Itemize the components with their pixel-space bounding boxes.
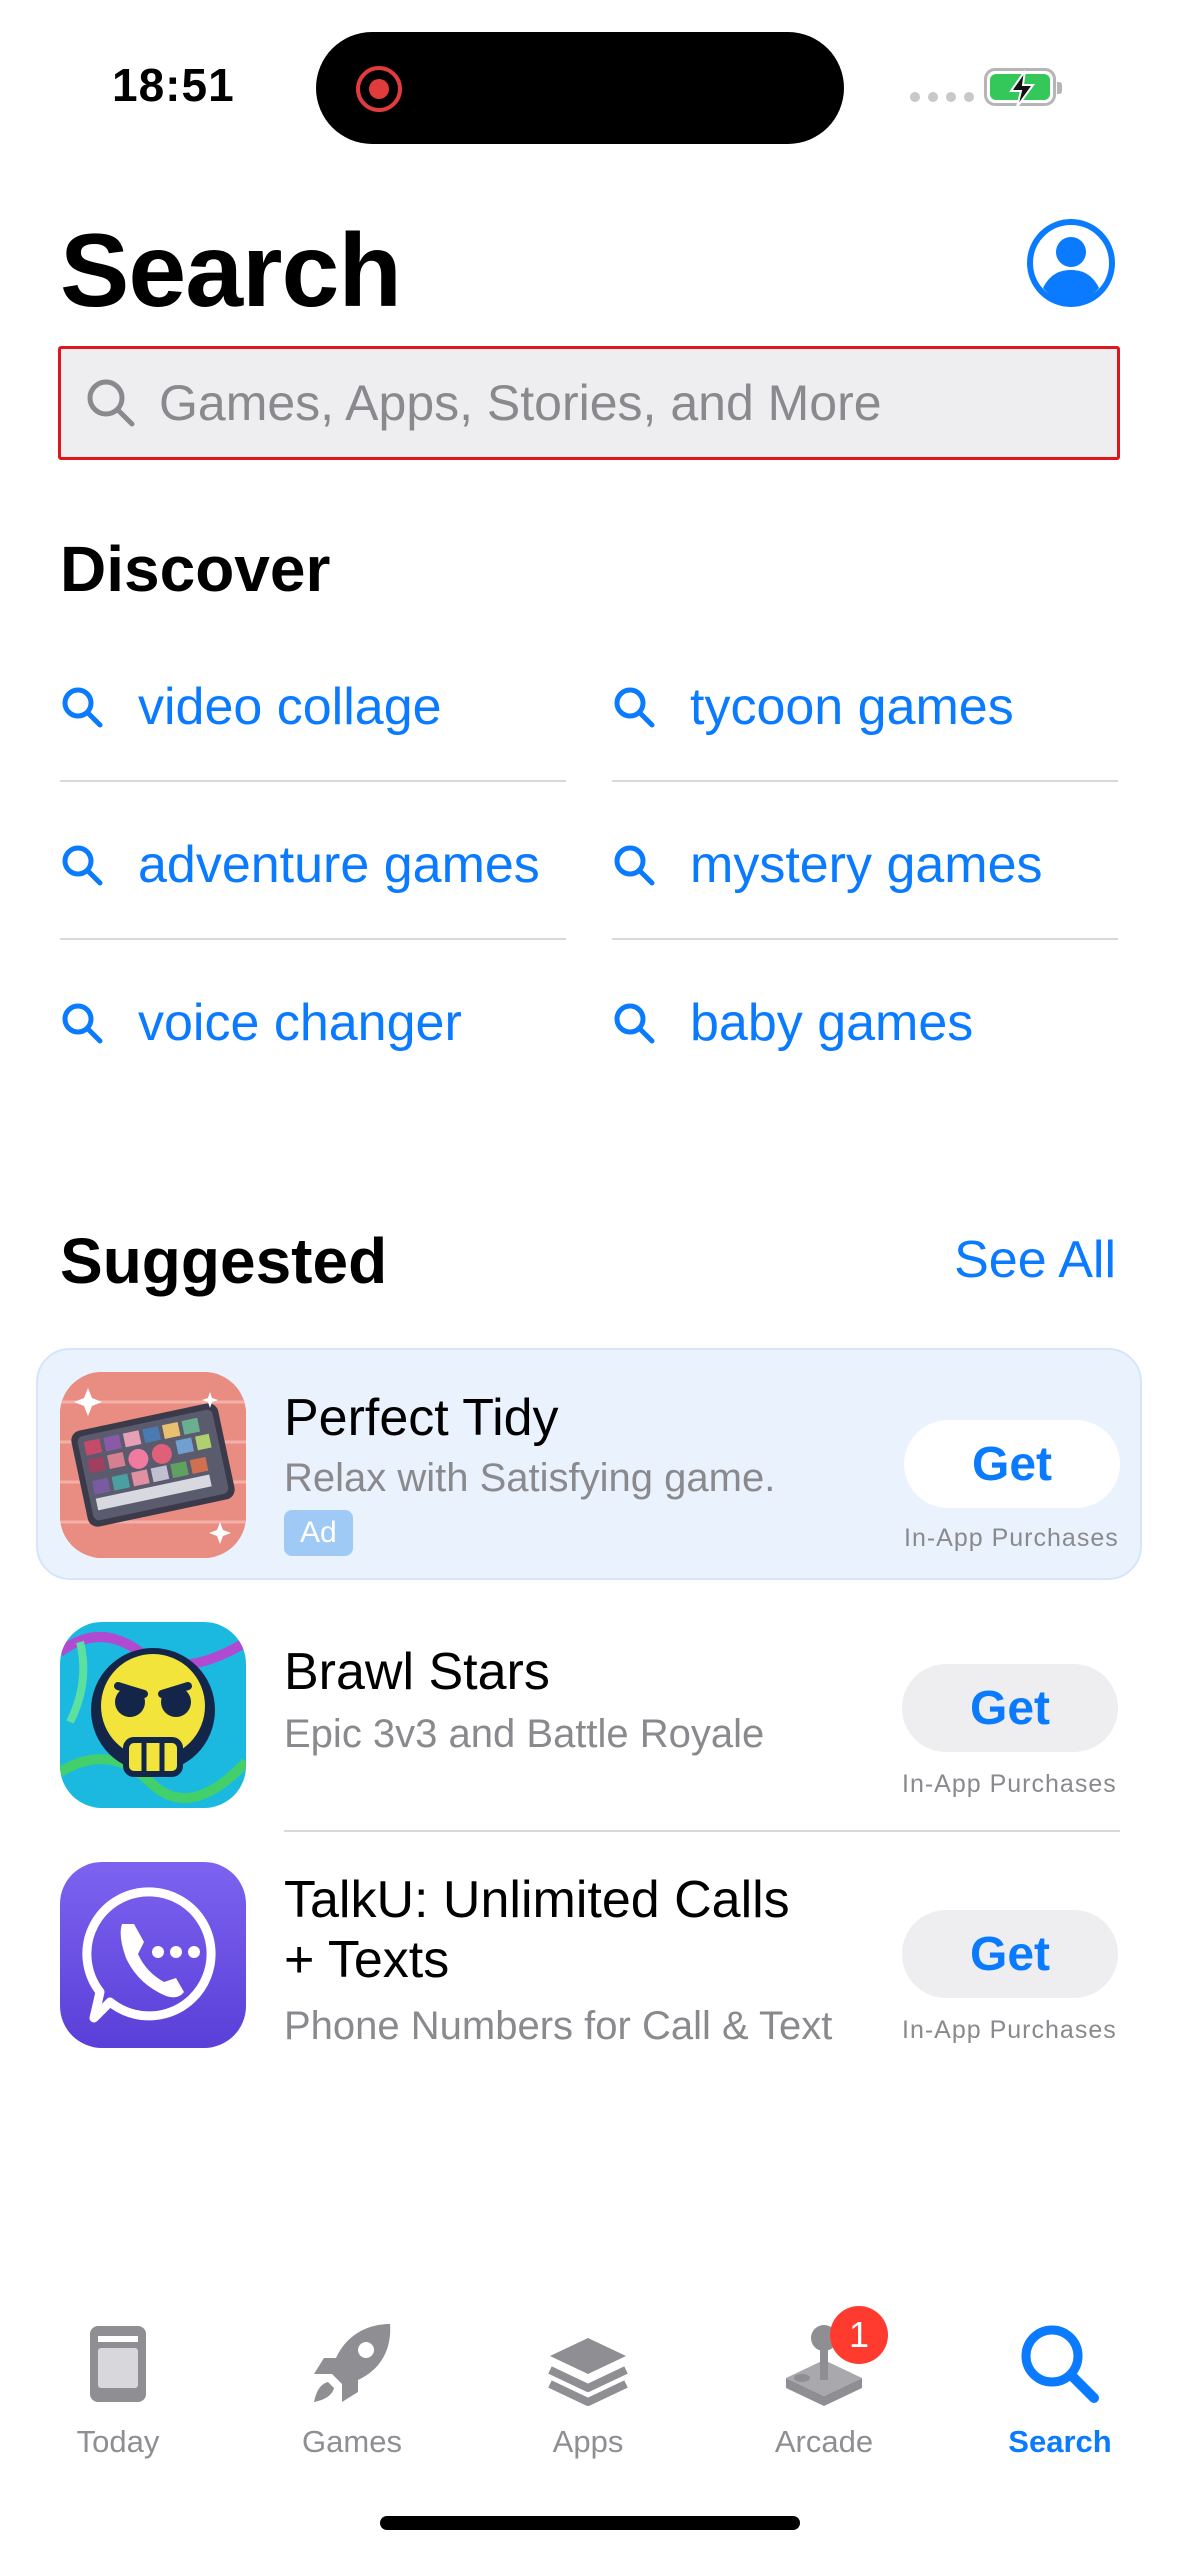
tab-apps[interactable]: Apps	[498, 2318, 678, 2468]
app-row-ad[interactable]: Perfect Tidy Relax with Satisfying game.…	[36, 1348, 1142, 1580]
discover-item-label: tycoon games	[690, 678, 1014, 736]
tab-label: Search	[1008, 2424, 1112, 2459]
battery-charging-icon	[984, 68, 1062, 108]
search-icon	[614, 687, 655, 728]
tab-label: Apps	[552, 2424, 624, 2459]
app-row[interactable]: TalkU: Unlimited Calls + Texts Phone Num…	[36, 1844, 1142, 2074]
tab-label: Arcade	[774, 2424, 874, 2459]
notification-badge: 1	[830, 2306, 888, 2364]
today-icon	[72, 2318, 164, 2410]
search-icon	[87, 379, 135, 427]
tab-games[interactable]: Games	[262, 2318, 442, 2468]
get-button[interactable]: Get	[904, 1420, 1120, 1508]
tab-search[interactable]: Search	[970, 2318, 1150, 2468]
discover-item[interactable]: voice changer	[60, 944, 566, 1102]
page-title: Search	[60, 213, 402, 329]
rocket-icon	[306, 2318, 398, 2410]
screen-recording-icon	[356, 66, 402, 112]
divider	[612, 938, 1118, 940]
person-circle-icon	[1027, 219, 1115, 307]
get-button[interactable]: Get	[902, 1664, 1118, 1752]
discover-title: Discover	[60, 533, 331, 605]
search-icon	[62, 845, 103, 886]
tab-arcade[interactable]: 1 Arcade	[734, 2306, 914, 2468]
discover-item-label: voice changer	[138, 994, 462, 1052]
in-app-purchases-note: In-App Purchases	[902, 1770, 1117, 1798]
search-icon	[62, 687, 103, 728]
ad-badge: Ad	[284, 1510, 353, 1556]
skull-icon	[60, 1622, 246, 1808]
discover-item[interactable]: adventure games	[60, 786, 566, 944]
in-app-purchases-note: In-App Purchases	[902, 2016, 1117, 2044]
cellular-signal-icon	[910, 92, 974, 102]
app-name: Perfect Tidy	[284, 1389, 559, 1447]
dynamic-island	[316, 32, 844, 144]
divider	[60, 938, 566, 940]
home-indicator[interactable]	[380, 2516, 800, 2530]
see-all-link[interactable]: See All	[954, 1230, 1116, 1290]
makeup-palette-icon	[60, 1372, 246, 1558]
search-icon	[614, 845, 655, 886]
search-icon	[62, 1003, 103, 1044]
tab-today[interactable]: Today	[28, 2318, 208, 2468]
search-input[interactable]	[159, 374, 1117, 432]
discover-item-label: baby games	[690, 994, 974, 1052]
tab-label: Games	[302, 2424, 402, 2459]
search-field[interactable]	[58, 346, 1120, 460]
app-row[interactable]: Brawl Stars Epic 3v3 and Battle Royale G…	[36, 1598, 1142, 1828]
phone-bubble-icon	[60, 1862, 246, 2048]
discover-item[interactable]: tycoon games	[612, 628, 1118, 786]
app-name-line-1: TalkU: Unlimited Calls	[284, 1871, 790, 1929]
tab-label: Today	[76, 2424, 160, 2459]
suggested-title: Suggested	[60, 1225, 388, 1297]
divider	[284, 1830, 1120, 1832]
account-button[interactable]	[1026, 218, 1116, 308]
divider	[612, 780, 1118, 782]
in-app-purchases-note: In-App Purchases	[904, 1524, 1119, 1552]
app-subtitle: Epic 3v3 and Battle Royale	[284, 1712, 765, 1756]
discover-item-label: adventure games	[138, 836, 540, 894]
status-time: 18:51	[112, 59, 235, 111]
discover-item-label: video collage	[138, 678, 442, 736]
discover-item-label: mystery games	[690, 836, 1043, 894]
app-name-line-2: + Texts	[284, 1931, 450, 1989]
stack-icon	[542, 2318, 634, 2410]
search-icon	[614, 1003, 655, 1044]
app-store-search-screen: 18:51 Search Discover video collage tyco…	[0, 0, 1178, 2556]
joystick-icon: 1	[778, 2306, 888, 2410]
discover-item[interactable]: baby games	[612, 944, 1118, 1102]
app-name: Brawl Stars	[284, 1643, 550, 1701]
discover-item[interactable]: mystery games	[612, 786, 1118, 944]
discover-item[interactable]: video collage	[60, 628, 566, 786]
get-button[interactable]: Get	[902, 1910, 1118, 1998]
search-icon	[1014, 2318, 1106, 2410]
divider	[60, 780, 566, 782]
app-subtitle: Relax with Satisfying game.	[284, 1456, 776, 1500]
app-subtitle: Phone Numbers for Call & Text	[284, 2004, 833, 2048]
